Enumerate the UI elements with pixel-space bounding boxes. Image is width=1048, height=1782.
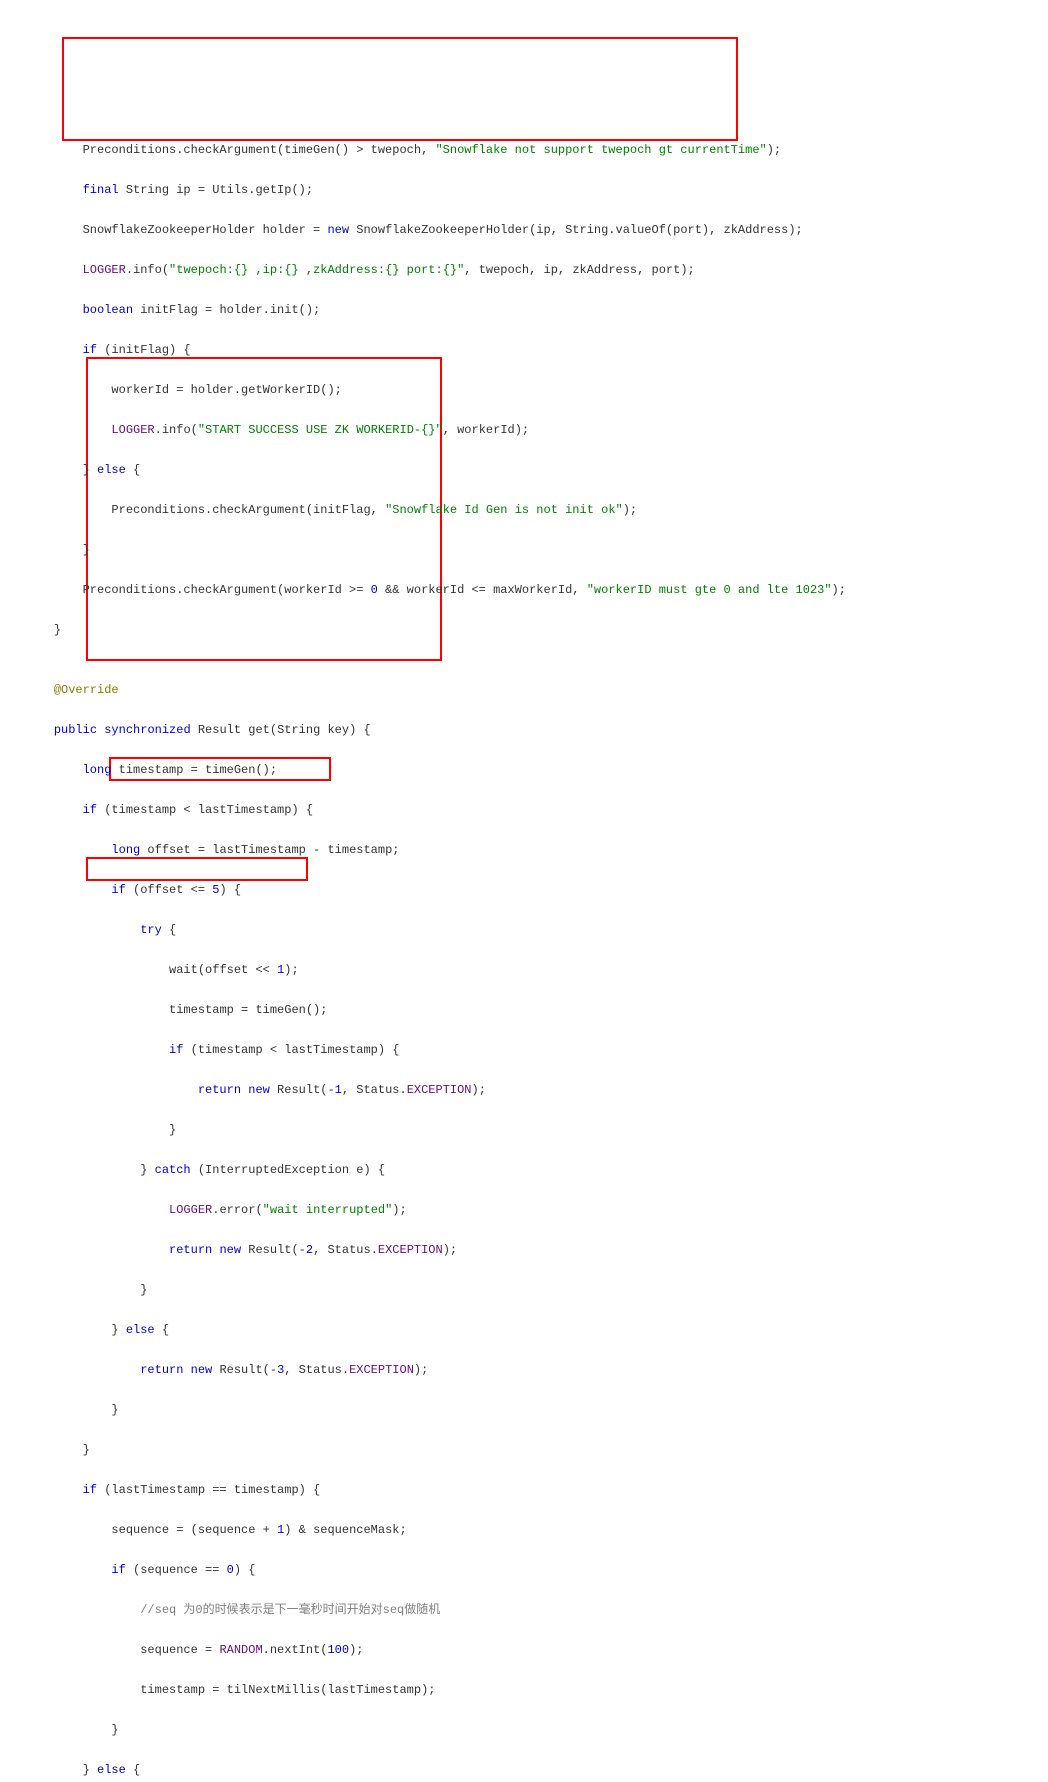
code-line: try { [0,920,1048,940]
code-line: LOGGER.error("wait interrupted"); [0,1200,1048,1220]
code-line: sequence = (sequence + 1) & sequenceMask… [0,1520,1048,1540]
code-line: final String ip = Utils.getIp(); [0,180,1048,200]
code-line: } [0,1440,1048,1460]
code-line: Preconditions.checkArgument(timeGen() > … [0,140,1048,160]
code-line: } [0,620,1048,640]
code-line: @Override [0,680,1048,700]
code-line: sequence = RANDOM.nextInt(100); [0,1640,1048,1660]
code-line: workerId = holder.getWorkerID(); [0,380,1048,400]
code-line: return new Result(-3, Status.EXCEPTION); [0,1360,1048,1380]
code-line: } catch (InterruptedException e) { [0,1160,1048,1180]
code-line: } [0,1120,1048,1140]
code-line: } [0,1720,1048,1740]
code-line: Preconditions.checkArgument(workerId >= … [0,580,1048,600]
code-line: long offset = lastTimestamp - timestamp; [0,840,1048,860]
code-block: Preconditions.checkArgument(timeGen() > … [0,0,1048,1782]
code-line: } [0,540,1048,560]
code-line: } else { [0,1760,1048,1780]
code-line: LOGGER.info("START SUCCESS USE ZK WORKER… [0,420,1048,440]
code-line: timestamp = timeGen(); [0,1000,1048,1020]
code-line: } else { [0,1320,1048,1340]
code-line: if (initFlag) { [0,340,1048,360]
code-line: if (sequence == 0) { [0,1560,1048,1580]
code-line: if (lastTimestamp == timestamp) { [0,1480,1048,1500]
code-line: if (timestamp < lastTimestamp) { [0,1040,1048,1060]
code-line: //seq 为0的时候表示是下一毫秒时间开始对seq做随机 [0,1600,1048,1620]
code-line: if (offset <= 5) { [0,880,1048,900]
code-line: return new Result(-1, Status.EXCEPTION); [0,1080,1048,1100]
code-line: timestamp = tilNextMillis(lastTimestamp)… [0,1680,1048,1700]
code-line: } else { [0,460,1048,480]
code-line: long timestamp = timeGen(); [0,760,1048,780]
code-line: wait(offset << 1); [0,960,1048,980]
code-line: public synchronized Result get(String ke… [0,720,1048,740]
code-line: boolean initFlag = holder.init(); [0,300,1048,320]
code-line: return new Result(-2, Status.EXCEPTION); [0,1240,1048,1260]
highlight-box-1 [62,37,738,141]
code-line: LOGGER.info("twepoch:{} ,ip:{} ,zkAddres… [0,260,1048,280]
code-line: Preconditions.checkArgument(initFlag, "S… [0,500,1048,520]
code-line: } [0,1280,1048,1300]
code-line: SnowflakeZookeeperHolder holder = new Sn… [0,220,1048,240]
highlight-box-4 [86,857,308,881]
code-line: if (timestamp < lastTimestamp) { [0,800,1048,820]
code-line: } [0,1400,1048,1420]
